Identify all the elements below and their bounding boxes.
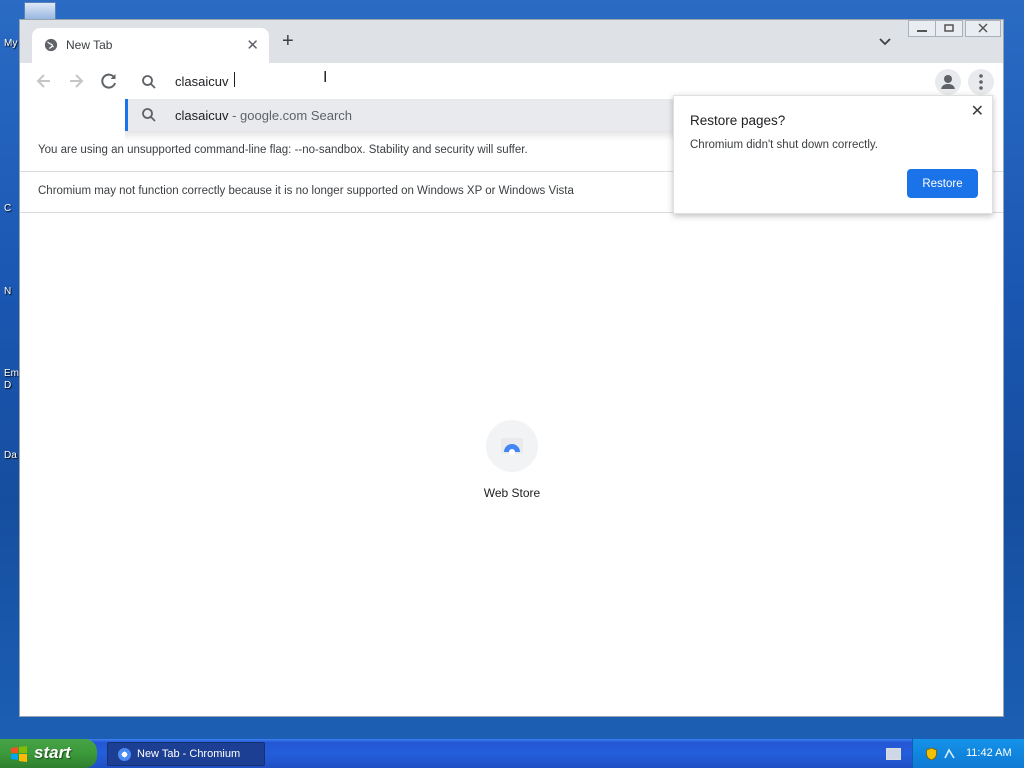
network-icon[interactable] [943,747,956,760]
close-window-button[interactable] [965,20,1001,37]
taskbar-item-chromium[interactable]: New Tab - Chromium [107,742,265,766]
desktop-label-1: My [4,38,18,49]
new-tab-button[interactable]: + [282,31,294,51]
desktop-label-4: Em [4,368,19,379]
clock: 11:42 AM [966,747,1012,759]
restore-bubble-message: Chromium didn't shut down correctly. [690,139,878,151]
infobar-no-sandbox-text: You are using an unsupported command-lin… [38,144,528,156]
infobar-unsupported-os-text: Chromium may not function correctly beca… [38,185,574,197]
desktop-label-3: N [4,286,12,297]
omnibox[interactable] [125,63,675,101]
desktop-label-5: D [4,380,12,391]
globe-icon [44,38,58,52]
omnibox-input[interactable] [175,72,575,90]
search-icon [142,108,156,122]
security-shield-icon[interactable] [925,747,938,760]
taskbar-item-label: New Tab - Chromium [137,748,241,760]
more-vert-icon [979,74,983,90]
desktop-label-2: C [4,203,12,214]
tab-new-tab[interactable]: New Tab ✕ [32,28,269,63]
shortcut-web-store[interactable] [486,420,538,472]
taskbar: start New Tab - Chromium 11:42 AM [0,739,1024,768]
browser-window: New Tab ✕ + clasaicuv I You are using an… [19,19,1004,717]
web-store-icon [501,438,523,455]
start-button[interactable]: start [0,739,97,768]
desktop-label-6: Da [4,450,17,461]
tab-title: New Tab [66,38,113,52]
close-icon[interactable]: ✕ [971,102,984,120]
suggestion-text: clasaicuv - google.com Search [175,108,352,123]
start-label: start [34,743,71,762]
search-icon [142,75,156,89]
chevron-down-icon[interactable] [878,35,892,49]
omnibox-suggestion[interactable]: clasaicuv - google.com Search [125,99,675,131]
minimize-button[interactable] [908,20,936,37]
system-tray: 11:42 AM [912,739,1024,768]
forward-arrow-icon[interactable] [66,71,86,91]
restore-bubble-title: Restore pages? [690,113,786,128]
chromium-icon [118,748,131,761]
windows-flag-icon [11,746,27,762]
back-arrow-icon[interactable] [34,71,54,91]
tab-close-icon[interactable]: ✕ [246,36,259,54]
suggestion-selected-indicator [125,99,128,131]
person-icon [941,75,955,89]
reload-icon[interactable] [99,71,119,91]
restore-window-button[interactable] [935,20,963,37]
suggestion-source: - google.com Search [228,108,353,123]
tab-strip: New Tab ✕ + [20,20,1003,63]
shortcut-label: Web Store [483,486,541,500]
ibeam-cursor: I [323,69,328,86]
text-caret [234,72,235,87]
suggestion-query: clasaicuv [175,108,229,123]
restore-pages-bubble: Restore pages? ✕ Chromium didn't shut do… [673,95,993,214]
omnibox-dropdown-shadow [125,131,675,141]
profile-button[interactable] [935,69,961,95]
restore-button[interactable]: Restore [907,169,978,198]
browser-menu-button[interactable] [968,69,994,95]
keyboard-icon[interactable] [886,748,901,760]
